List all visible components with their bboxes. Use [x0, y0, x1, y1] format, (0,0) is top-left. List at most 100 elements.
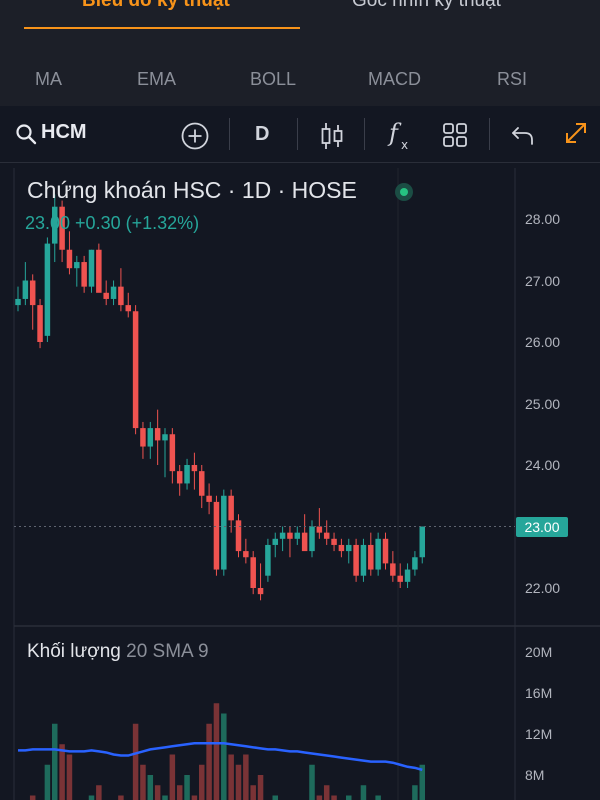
volume-axis-label: 16M — [525, 685, 553, 701]
volume-axis-label: 8M — [525, 767, 545, 783]
candle-body — [110, 286, 117, 299]
candle-body — [368, 544, 374, 570]
last-price-tag: 23.00 — [516, 517, 568, 537]
volume-bar — [162, 795, 168, 800]
price-axis-label: 22.00 — [525, 580, 561, 596]
candle-body — [243, 551, 249, 558]
candle-body — [360, 544, 367, 576]
candle-body — [88, 249, 95, 287]
candle-body — [228, 495, 234, 521]
price-axis-label: 27.00 — [525, 273, 561, 289]
volume-bar — [213, 703, 220, 800]
volume-title-text: Khối lượng — [27, 641, 121, 662]
volume-bar — [375, 795, 381, 800]
volume-axis-label: 20M — [525, 644, 553, 660]
candle-body — [404, 569, 411, 582]
price-axis-label: 24.00 — [525, 457, 561, 473]
candle-body — [419, 526, 425, 558]
volume-bar — [346, 795, 352, 800]
volume-bar — [59, 744, 65, 800]
candle-body — [15, 298, 21, 306]
candle-body — [176, 471, 183, 484]
candle-body — [213, 501, 220, 570]
candle-body — [66, 249, 73, 269]
volume-params: 20 SMA 9 — [126, 641, 209, 662]
volume-bar — [147, 775, 154, 800]
volume-bar — [206, 723, 212, 800]
candle-body — [390, 563, 396, 576]
candle-body — [118, 286, 124, 306]
volume-bar — [184, 775, 190, 800]
volume-bar — [88, 795, 95, 800]
volume-bar — [309, 764, 315, 800]
volume-bar — [52, 723, 58, 800]
market-status-dot — [395, 183, 413, 201]
candle-body — [199, 471, 205, 496]
candle-body — [301, 532, 308, 552]
candle-body — [309, 526, 315, 552]
candle-body — [103, 292, 109, 299]
volume-bar — [228, 754, 234, 800]
volume-bar — [66, 754, 73, 800]
volume-bar — [331, 795, 337, 800]
candle-body — [29, 280, 36, 306]
candle-body — [206, 495, 212, 502]
candle-body — [162, 434, 168, 441]
candle-body — [353, 544, 359, 576]
candle-body — [375, 538, 381, 570]
volume-bar — [29, 795, 36, 800]
volume-bar — [412, 785, 418, 800]
candle-body — [184, 465, 190, 484]
candle-body — [265, 544, 271, 576]
volume-bar — [191, 795, 198, 800]
volume-bar — [316, 795, 323, 800]
volume-bar — [221, 713, 227, 800]
candle-body — [287, 532, 293, 539]
candle-body — [279, 532, 286, 539]
volume-bar — [257, 775, 264, 800]
candle-body — [169, 434, 176, 472]
volume-bar — [323, 785, 330, 800]
candle-body — [294, 532, 301, 539]
volume-bar — [44, 764, 51, 800]
price-change-label: 23.00 +0.30 (+1.32%) — [25, 213, 200, 233]
volume-title: Khối lượng 20 SMA 9 — [27, 641, 209, 663]
price-axis-label: 26.00 — [525, 334, 561, 350]
candle-body — [221, 495, 227, 570]
candle-body — [81, 262, 87, 287]
candle-body — [331, 538, 337, 545]
chart-title: Chứng khoán HSC · 1D · HOSE — [27, 177, 357, 203]
candle-body — [250, 557, 256, 588]
volume-bar — [272, 795, 278, 800]
candle-body — [37, 305, 43, 342]
candle-body — [397, 575, 403, 582]
volume-bar — [96, 785, 102, 800]
candle-body — [323, 532, 330, 539]
candle-body — [74, 262, 80, 269]
volume-bar — [250, 785, 256, 800]
volume-bar — [235, 764, 242, 800]
volume-bar — [118, 795, 124, 800]
candle-body — [257, 588, 264, 595]
candlestick-chart[interactable] — [0, 0, 600, 800]
volume-bar — [243, 754, 249, 800]
candle-body — [338, 544, 345, 552]
candle-body — [140, 428, 146, 447]
candle-body — [316, 526, 323, 533]
volume-bar — [140, 764, 146, 800]
candle-body — [191, 465, 198, 472]
price-axis-label: 25.00 — [525, 396, 561, 412]
candle-body — [132, 311, 139, 429]
candle-body — [147, 428, 154, 447]
candle-body — [125, 305, 131, 312]
candle-body — [382, 538, 389, 564]
volume-bar — [199, 764, 205, 800]
volume-bar — [132, 723, 139, 800]
candle-body — [412, 557, 418, 570]
volume-axis-label: 12M — [525, 726, 553, 742]
volume-bar — [176, 785, 183, 800]
chart-background — [14, 168, 600, 800]
candle-body — [22, 280, 29, 299]
price-axis-label: 28.00 — [525, 211, 561, 227]
candle-body — [154, 428, 161, 441]
